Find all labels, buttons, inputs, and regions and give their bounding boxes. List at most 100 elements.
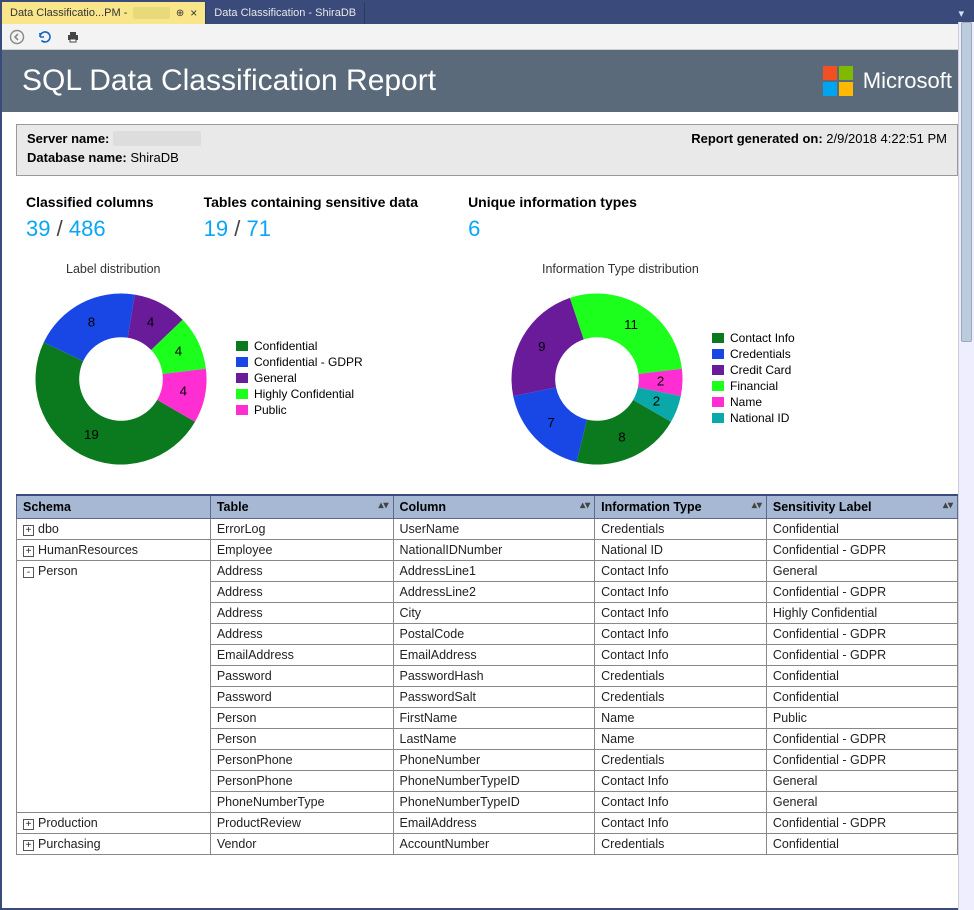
cell-info: Contact Info bbox=[595, 645, 767, 666]
cell-info: National ID bbox=[595, 540, 767, 561]
chart-slice-label: 2 bbox=[657, 373, 664, 388]
cell-info: Credentials bbox=[595, 750, 767, 771]
vertical-scrollbar[interactable] bbox=[958, 22, 974, 910]
legend-swatch bbox=[712, 413, 724, 423]
legend-swatch bbox=[236, 341, 248, 351]
table-row[interactable]: -PersonAddressAddressLine1Contact InfoGe… bbox=[17, 561, 958, 582]
scrollbar-thumb[interactable] bbox=[961, 22, 972, 342]
legend-label: Credit Card bbox=[730, 363, 791, 377]
pin-icon[interactable]: ⊕ bbox=[176, 8, 184, 19]
legend-item[interactable]: Highly Confidential bbox=[236, 387, 363, 401]
expander-icon[interactable]: + bbox=[23, 819, 34, 830]
legend-item[interactable]: Contact Info bbox=[712, 331, 795, 345]
db-value: ShiraDB bbox=[130, 150, 178, 165]
cell-table: PersonPhone bbox=[210, 750, 393, 771]
cell-table: Password bbox=[210, 666, 393, 687]
cell-label: Confidential - GDPR bbox=[766, 645, 957, 666]
cell-info: Credentials bbox=[595, 834, 767, 855]
cell-info: Credentials bbox=[595, 519, 767, 540]
charts-row: Label distribution 198444 ConfidentialCo… bbox=[2, 252, 972, 484]
chart-slice-label: 4 bbox=[147, 314, 154, 329]
legend-item[interactable]: Credit Card bbox=[712, 363, 795, 377]
sort-icon[interactable]: ▴▾ bbox=[943, 500, 953, 511]
table-header[interactable]: Information Type▴▾ bbox=[595, 495, 767, 519]
cell-info: Contact Info bbox=[595, 603, 767, 624]
cell-column: EmailAddress bbox=[393, 813, 595, 834]
sort-icon[interactable]: ▴▾ bbox=[752, 500, 762, 511]
close-icon[interactable]: × bbox=[190, 6, 197, 20]
cell-label: Confidential - GDPR bbox=[766, 624, 957, 645]
legend-swatch bbox=[712, 333, 724, 343]
cell-column: PasswordHash bbox=[393, 666, 595, 687]
cell-table: EmailAddress bbox=[210, 645, 393, 666]
cell-table: Person bbox=[210, 729, 393, 750]
chart-slice-label: 4 bbox=[180, 384, 187, 399]
table-header-row: SchemaTable▴▾Column▴▾Information Type▴▾S… bbox=[17, 495, 958, 519]
refresh-icon[interactable] bbox=[36, 28, 54, 46]
chart-slice-label: 8 bbox=[88, 314, 95, 329]
legend-swatch bbox=[236, 373, 248, 383]
legend-item[interactable]: Confidential - GDPR bbox=[236, 355, 363, 369]
sort-icon[interactable]: ▴▾ bbox=[580, 500, 590, 511]
cell-column: PhoneNumberTypeID bbox=[393, 771, 595, 792]
cell-column: PasswordSalt bbox=[393, 687, 595, 708]
table-header[interactable]: Column▴▾ bbox=[393, 495, 595, 519]
schema-cell: +dbo bbox=[17, 519, 211, 540]
tab-overflow-dropdown[interactable]: ▾ bbox=[950, 2, 972, 24]
chart-slice-label: 9 bbox=[538, 339, 545, 354]
table-row[interactable]: +PurchasingVendorAccountNumberCredential… bbox=[17, 834, 958, 855]
generated-value: 2/9/2018 4:22:51 PM bbox=[826, 131, 947, 146]
cell-info: Credentials bbox=[595, 666, 767, 687]
tab-active[interactable]: Data Classificatio...PM - xxx ⊕ × bbox=[2, 2, 206, 24]
back-icon[interactable] bbox=[8, 28, 26, 46]
cell-label: Confidential - GDPR bbox=[766, 813, 957, 834]
table-body: +dboErrorLogUserNameCredentialsConfident… bbox=[17, 519, 958, 855]
toolbar bbox=[2, 24, 972, 50]
stat-classified-label: Classified columns bbox=[26, 194, 154, 210]
chart-slice[interactable] bbox=[512, 298, 584, 396]
chart-slice-label: 7 bbox=[547, 415, 554, 430]
cell-label: General bbox=[766, 792, 957, 813]
table-header[interactable]: Schema bbox=[17, 495, 211, 519]
sort-icon[interactable]: ▴▾ bbox=[378, 500, 388, 511]
legend-item[interactable]: Public bbox=[236, 403, 363, 417]
legend-item[interactable]: General bbox=[236, 371, 363, 385]
cell-info: Contact Info bbox=[595, 624, 767, 645]
schema-cell: +Production bbox=[17, 813, 211, 834]
schema-cell: + Purchasing bbox=[17, 834, 211, 855]
cell-label: Confidential - GDPR bbox=[766, 582, 957, 603]
table-row[interactable]: +ProductionProductReviewEmailAddressCont… bbox=[17, 813, 958, 834]
cell-table: Address bbox=[210, 603, 393, 624]
cell-table: PhoneNumberType bbox=[210, 792, 393, 813]
schema-text: Purchasing bbox=[38, 837, 101, 851]
table-row[interactable]: +HumanResourcesEmployeeNationalIDNumberN… bbox=[17, 540, 958, 561]
legend-item[interactable]: National ID bbox=[712, 411, 795, 425]
cell-column: EmailAddress bbox=[393, 645, 595, 666]
cell-info: Name bbox=[595, 708, 767, 729]
legend-item[interactable]: Name bbox=[712, 395, 795, 409]
cell-table: ProductReview bbox=[210, 813, 393, 834]
chart-slice[interactable] bbox=[570, 294, 682, 374]
table-header[interactable]: Sensitivity Label▴▾ bbox=[766, 495, 957, 519]
cell-column: NationalIDNumber bbox=[393, 540, 595, 561]
expander-icon[interactable]: + bbox=[23, 525, 34, 536]
page-title: SQL Data Classification Report bbox=[22, 64, 823, 98]
legend-item[interactable]: Financial bbox=[712, 379, 795, 393]
table-header[interactable]: Table▴▾ bbox=[210, 495, 393, 519]
legend-item[interactable]: Credentials bbox=[712, 347, 795, 361]
table-row[interactable]: +dboErrorLogUserNameCredentialsConfident… bbox=[17, 519, 958, 540]
expander-icon[interactable]: + bbox=[23, 840, 34, 851]
chart-slice-label: 11 bbox=[624, 317, 638, 332]
schema-cell: +HumanResources bbox=[17, 540, 211, 561]
cell-info: Contact Info bbox=[595, 792, 767, 813]
cell-table: PersonPhone bbox=[210, 771, 393, 792]
legend-item[interactable]: Confidential bbox=[236, 339, 363, 353]
stat-unique-value: 6 bbox=[468, 216, 480, 241]
print-icon[interactable] bbox=[64, 28, 82, 46]
tab-inactive-label: Data Classification - ShiraDB bbox=[214, 7, 356, 19]
expander-icon[interactable]: - bbox=[23, 567, 34, 578]
tab-inactive[interactable]: Data Classification - ShiraDB bbox=[206, 2, 365, 24]
expander-icon[interactable]: + bbox=[23, 546, 34, 557]
cell-table: Vendor bbox=[210, 834, 393, 855]
donut-chart-1: 198444 bbox=[26, 284, 216, 474]
